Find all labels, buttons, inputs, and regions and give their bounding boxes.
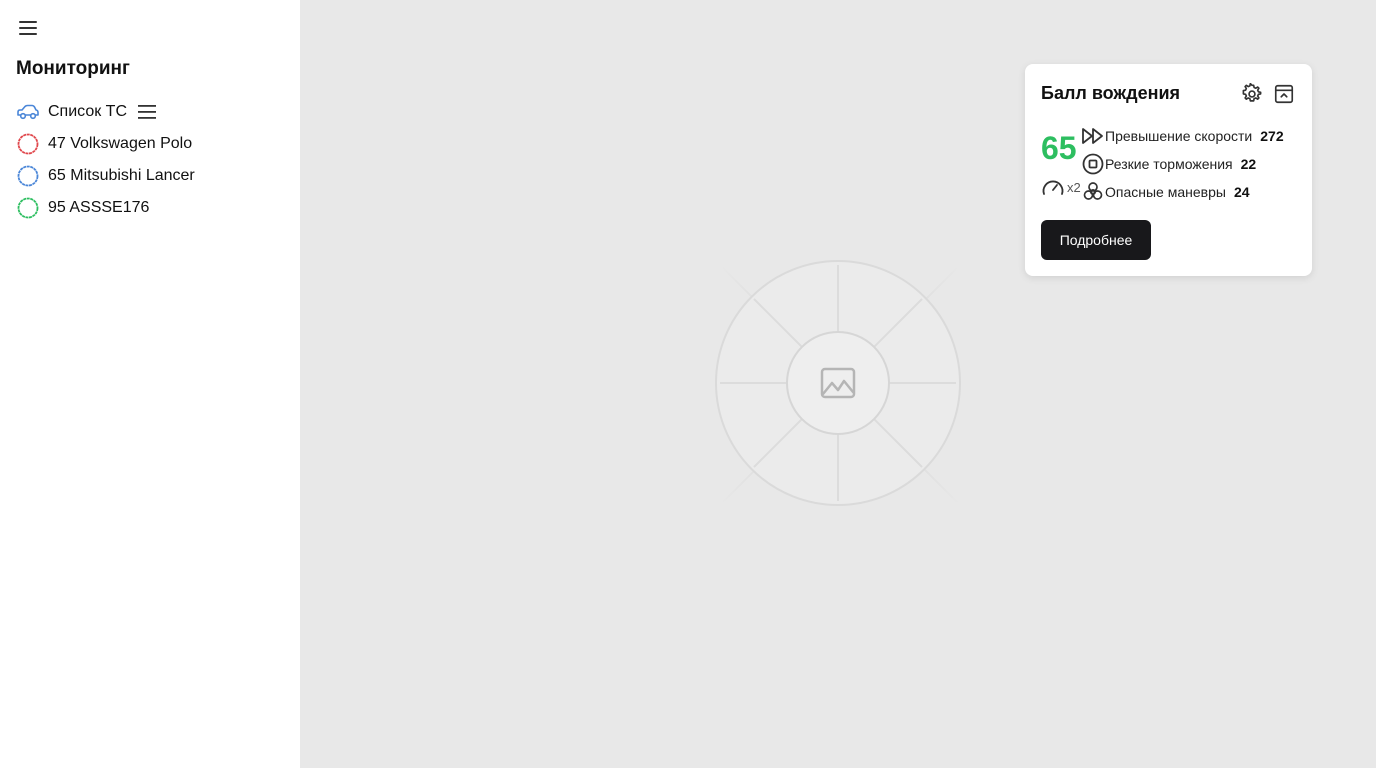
- metric-label: Опасные маневры: [1105, 184, 1226, 200]
- vehicle-label: 95 ASSSE176: [48, 199, 150, 216]
- list-item-vehicle[interactable]: 47 Volkswagen Polo: [16, 128, 286, 160]
- gear-icon[interactable]: [1240, 82, 1264, 106]
- multiplier-label: x2: [1067, 179, 1081, 195]
- metrics-list: Превышение скорости 272 Резкие торможени…: [1081, 122, 1284, 206]
- list-menu-icon[interactable]: [137, 102, 157, 122]
- vehicle-status-circle-icon: [16, 164, 40, 188]
- car-icon: [16, 100, 40, 124]
- driving-score-card: Балл вождения 65 x2 Превышение скорости …: [1025, 64, 1312, 276]
- fast-forward-icon: [1081, 124, 1105, 148]
- card-title: Балл вождения: [1041, 83, 1181, 103]
- hamburger-menu-icon[interactable]: [16, 16, 40, 40]
- metric-value: 24: [1233, 184, 1250, 200]
- metric-label: Превышение скорости: [1105, 128, 1253, 144]
- metric-value: 22: [1240, 156, 1257, 172]
- vehicle-list-title: Список ТС: [48, 103, 128, 120]
- driving-score-value: 65: [1041, 130, 1077, 166]
- vehicle-list: Список ТС 47 Volkswagen Polo 65 Mitsubis…: [16, 96, 286, 224]
- speed-multiplier: x2: [1041, 177, 1081, 197]
- biohazard-icon: [1081, 180, 1105, 204]
- collapse-panel-icon[interactable]: [1272, 82, 1296, 106]
- image-placeholder-icon: [669, 210, 1011, 560]
- metric-dangerous-maneuvers: Опасные маневры 24: [1081, 178, 1284, 206]
- vehicle-label: 65 Mitsubishi Lancer: [48, 167, 195, 184]
- sidebar: Мониторинг Список ТС 47 Volkswagen Polo …: [0, 0, 300, 768]
- details-button[interactable]: Подробнее: [1041, 220, 1151, 260]
- brake-icon: [1081, 152, 1105, 176]
- vehicle-status-circle-icon: [16, 196, 40, 220]
- vehicle-label: 47 Volkswagen Polo: [48, 135, 193, 152]
- list-item-vehicle[interactable]: 95 ASSSE176: [16, 192, 286, 224]
- speedometer-icon: [1041, 177, 1065, 197]
- metric-speeding: Превышение скорости 272: [1081, 122, 1284, 150]
- metric-label: Резкие торможения: [1105, 156, 1233, 172]
- vehicle-status-circle-icon: [16, 132, 40, 156]
- page-title: Мониторинг: [16, 58, 130, 79]
- vehicle-list-header[interactable]: Список ТС: [16, 96, 286, 128]
- metric-value: 272: [1260, 128, 1284, 144]
- metric-hard-braking: Резкие торможения 22: [1081, 150, 1284, 178]
- list-item-vehicle[interactable]: 65 Mitsubishi Lancer: [16, 160, 286, 192]
